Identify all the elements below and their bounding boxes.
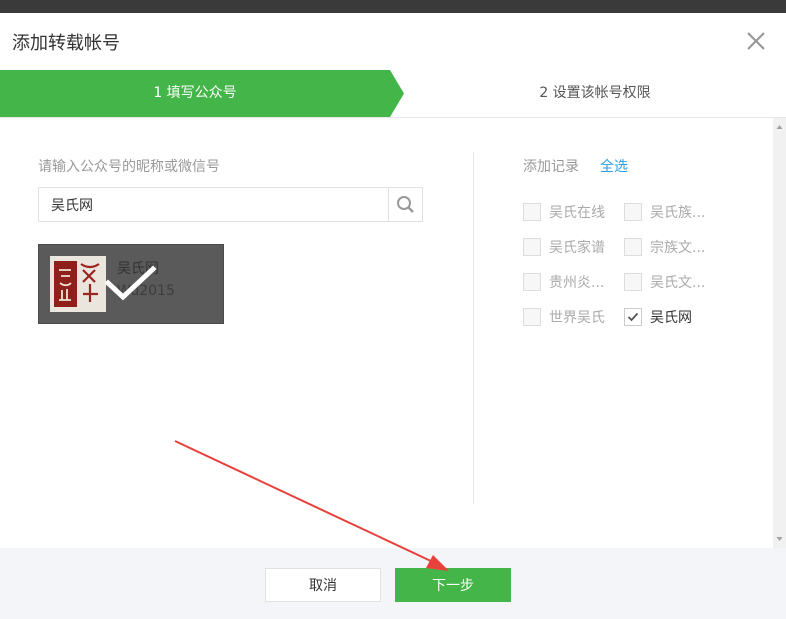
next-step-button[interactable]: 下一步 [395,568,511,602]
checkmark-icon [627,312,639,322]
dialog-title: 添加转载帐号 [12,33,120,54]
record-checkbox[interactable] [624,273,642,291]
record-label: 吴氏网 [650,310,692,326]
scrollbar[interactable] [773,118,786,548]
select-all-link[interactable]: 全选 [600,156,628,176]
record-label: 贵州炎... [549,275,605,291]
step-1-label: 1 填写公众号 [153,85,237,101]
cancel-button[interactable]: 取消 [265,568,381,602]
step-indicator: 1 填写公众号 2 设置该帐号权限 [0,70,786,118]
search-hint: 请输入公众号的昵称或微信号 [38,159,220,175]
account-result-card[interactable]: 吴氏网 Wu2015 [38,244,224,324]
search-icon [397,196,414,213]
record-label: 世界吴氏 [549,310,605,326]
record-checkbox[interactable] [523,308,541,326]
close-icon[interactable] [744,29,768,53]
record-checkbox-checked[interactable] [624,308,642,326]
record-checkbox[interactable] [523,238,541,256]
search-input[interactable] [39,188,391,221]
record-label: 宗族文... [650,240,706,256]
selected-check-icon [104,265,157,301]
record-item[interactable]: 吴氏家谱 [523,238,623,256]
record-item[interactable]: 吴氏族... [624,203,724,221]
record-checkbox[interactable] [523,203,541,221]
record-item[interactable]: 贵州炎... [523,273,623,291]
record-item[interactable]: 吴氏文... [624,273,724,291]
record-item-checked[interactable]: 吴氏网 [624,308,724,326]
dialog-content: 请输入公众号的昵称或微信号 吴氏网 Wu2015 [0,118,786,548]
record-item[interactable]: 宗族文... [624,238,724,256]
column-divider [473,152,474,504]
scroll-down-icon [776,537,783,541]
records-title: 添加记录 [523,159,579,175]
add-repost-account-dialog: 添加转载帐号 1 填写公众号 2 设置该帐号权限 请输入公众号的昵称或微信号 吴… [0,13,786,619]
search-button[interactable] [388,188,422,221]
record-checkbox[interactable] [624,203,642,221]
record-label: 吴氏在线 [549,205,605,221]
record-checkbox[interactable] [523,273,541,291]
account-avatar [50,256,106,312]
record-checkbox[interactable] [624,238,642,256]
record-label: 吴氏家谱 [549,240,605,256]
dialog-footer: 取消 下一步 [0,548,786,619]
record-label: 吴氏文... [650,275,706,291]
step-1-active: 1 填写公众号 [0,70,404,117]
record-item[interactable]: 世界吴氏 [523,308,623,326]
record-label: 吴氏族... [650,205,706,221]
search-box [38,187,423,222]
step-2-label: 2 设置该帐号权限 [539,85,651,101]
scroll-up-icon [776,125,783,129]
record-item[interactable]: 吴氏在线 [523,203,623,221]
